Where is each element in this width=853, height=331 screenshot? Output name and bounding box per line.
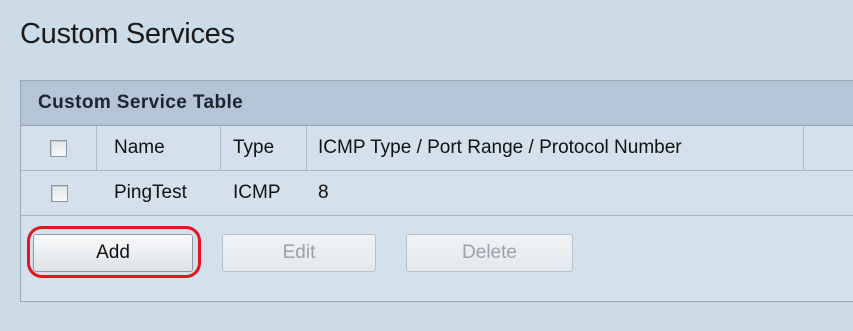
column-header-port-range[interactable]: ICMP Type / Port Range / Protocol Number <box>307 126 804 170</box>
select-all-cell <box>21 126 97 170</box>
column-header-name[interactable]: Name <box>97 126 221 170</box>
row-select-cell <box>21 171 97 215</box>
row-name: PingTest <box>114 182 187 203</box>
table-caption-bar: Custom Service Table <box>21 81 853 126</box>
select-all-checkbox[interactable] <box>50 139 67 157</box>
edit-button[interactable]: Edit <box>222 234 376 272</box>
add-button[interactable]: Add <box>33 234 193 272</box>
row-checkbox[interactable] <box>50 184 68 202</box>
column-header-type[interactable]: Type <box>221 126 307 170</box>
column-header-spacer <box>804 126 853 170</box>
row-port-range: 8 <box>318 182 329 203</box>
custom-service-panel: Custom Service Table Name Type ICMP Type… <box>20 80 853 302</box>
delete-button[interactable]: Delete <box>406 234 573 272</box>
table-header-row: Name Type ICMP Type / Port Range / Proto… <box>21 126 853 171</box>
page-title: Custom Services <box>20 18 235 50</box>
table-row[interactable]: PingTest ICMP 8 <box>21 171 853 216</box>
row-type: ICMP <box>233 182 281 203</box>
table-caption: Custom Service Table <box>38 92 244 113</box>
row-spacer <box>804 171 853 215</box>
button-bar: Add Edit Delete <box>21 216 853 298</box>
